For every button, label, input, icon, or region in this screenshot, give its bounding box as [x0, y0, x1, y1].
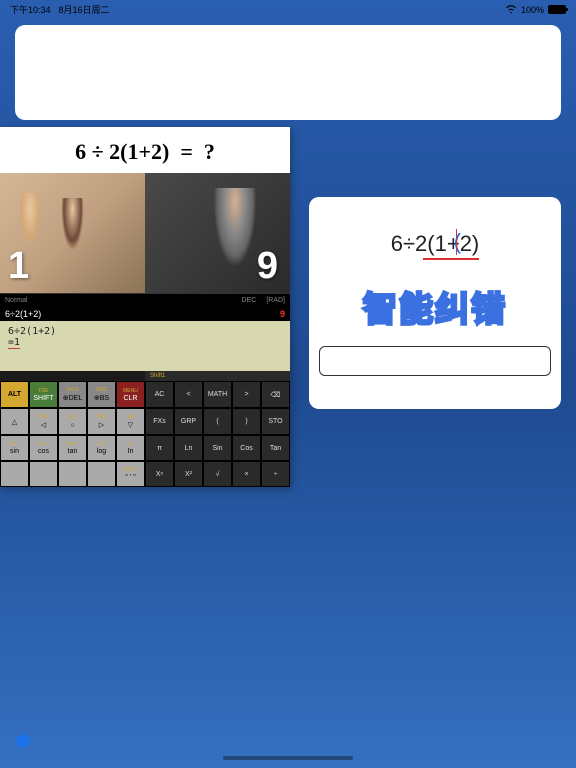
calc-key-○[interactable]: OCT○: [58, 408, 87, 435]
meme-image-right: 9: [145, 173, 290, 293]
calc-key-÷[interactable]: ÷: [261, 461, 290, 487]
calc-keypad: Shift1: [0, 371, 290, 381]
calc-key-Tan[interactable]: Tan: [261, 435, 290, 461]
calc-key-In[interactable]: eˣIn: [116, 435, 145, 461]
calc-key-▽[interactable]: abs▽: [116, 408, 145, 435]
calc-key-blank[interactable]: [58, 461, 87, 487]
calc-key-π[interactable]: π: [145, 435, 174, 461]
calc-key-tan[interactable]: tan⁻¹tan: [58, 435, 87, 461]
battery-pct: 100%: [521, 5, 544, 15]
calc-key-◁[interactable]: HEX◁: [29, 408, 58, 435]
calc-key-⊕DEL[interactable]: DIGS⊕DEL: [58, 381, 87, 408]
calc-key-Cos[interactable]: Cos: [232, 435, 261, 461]
calc-result-line: 6÷2(1+2) 9: [0, 307, 290, 321]
feature-label: 智能纠错: [363, 282, 507, 331]
status-bar: 下午10:34 8月16日周二 100%: [0, 0, 576, 19]
calc-key-⌫[interactable]: ⌫: [261, 381, 290, 408]
calc-lcd-screen: 6÷2(1+2) =1: [0, 321, 290, 371]
settings-icon[interactable]: [12, 728, 34, 750]
calc-key->[interactable]: >: [232, 381, 261, 408]
calc-key-STO[interactable]: STO: [261, 408, 290, 435]
battery-icon: [548, 5, 566, 14]
calc-key-log[interactable]: 10ˣlog: [87, 435, 116, 461]
calc-key-cos[interactable]: cos⁻¹cos: [29, 435, 58, 461]
calc-key-sin[interactable]: sin⁻¹sin: [0, 435, 29, 461]
calc-key-blank[interactable]: [0, 461, 29, 487]
calc-key-MATH[interactable]: MATH: [203, 381, 232, 408]
correction-expression: 6÷2(1+2) (: [391, 231, 480, 257]
calc-key-△[interactable]: △: [0, 408, 29, 435]
meme-answer-9: 9: [257, 245, 278, 288]
calc-key-CLR[interactable]: MENUCLR: [116, 381, 145, 408]
calc-key-Ln[interactable]: Ln: [174, 435, 203, 461]
home-indicator[interactable]: [223, 756, 353, 760]
calc-key-° ' "[interactable]: H:M:S° ' ": [116, 461, 145, 487]
calc-key-Xⁿ[interactable]: Xⁿ: [145, 461, 174, 487]
calc-key-×[interactable]: ×: [232, 461, 261, 487]
calc-key-X²[interactable]: X²: [174, 461, 203, 487]
wifi-icon: [505, 5, 517, 14]
calc-key-)[interactable]: ): [232, 408, 261, 435]
top-white-card: [15, 25, 561, 120]
meme-answer-1: 1: [8, 245, 29, 288]
calc-key-⊕BS[interactable]: DRG⊕BS: [87, 381, 116, 408]
calc-key-FXs[interactable]: FXs: [145, 408, 174, 435]
input-box[interactable]: [319, 346, 551, 376]
calc-key-blank[interactable]: [29, 461, 58, 487]
calc-key-Sin[interactable]: Sin: [203, 435, 232, 461]
meme-equation: 6 ÷ 2(1+2) = ?: [0, 127, 290, 173]
meme-image-left: 1: [0, 173, 145, 293]
calc-key-<[interactable]: <: [174, 381, 203, 408]
status-date: 8月16日周二: [59, 3, 110, 16]
calc-key-GRP[interactable]: GRP: [174, 408, 203, 435]
status-time: 下午10:34: [10, 3, 51, 16]
calc-status-bar: Normal DEC [RAD]: [0, 293, 290, 307]
calc-key-AC[interactable]: AC: [145, 381, 174, 408]
calc-key-√[interactable]: √: [203, 461, 232, 487]
calc-key-▷[interactable]: BIN▷: [87, 408, 116, 435]
calc-key-SHIFT[interactable]: FSESHIFT: [29, 381, 58, 408]
calc-key-blank[interactable]: [87, 461, 116, 487]
calc-key-([interactable]: (: [203, 408, 232, 435]
meme-calculator-panel: 6 ÷ 2(1+2) = ? 1 9 Normal DEC [RAD] 6÷2(…: [0, 127, 290, 487]
calc-key-ALT[interactable]: ALT: [0, 381, 29, 408]
error-correction-card: 6÷2(1+2) ( 智能纠错: [309, 197, 561, 409]
